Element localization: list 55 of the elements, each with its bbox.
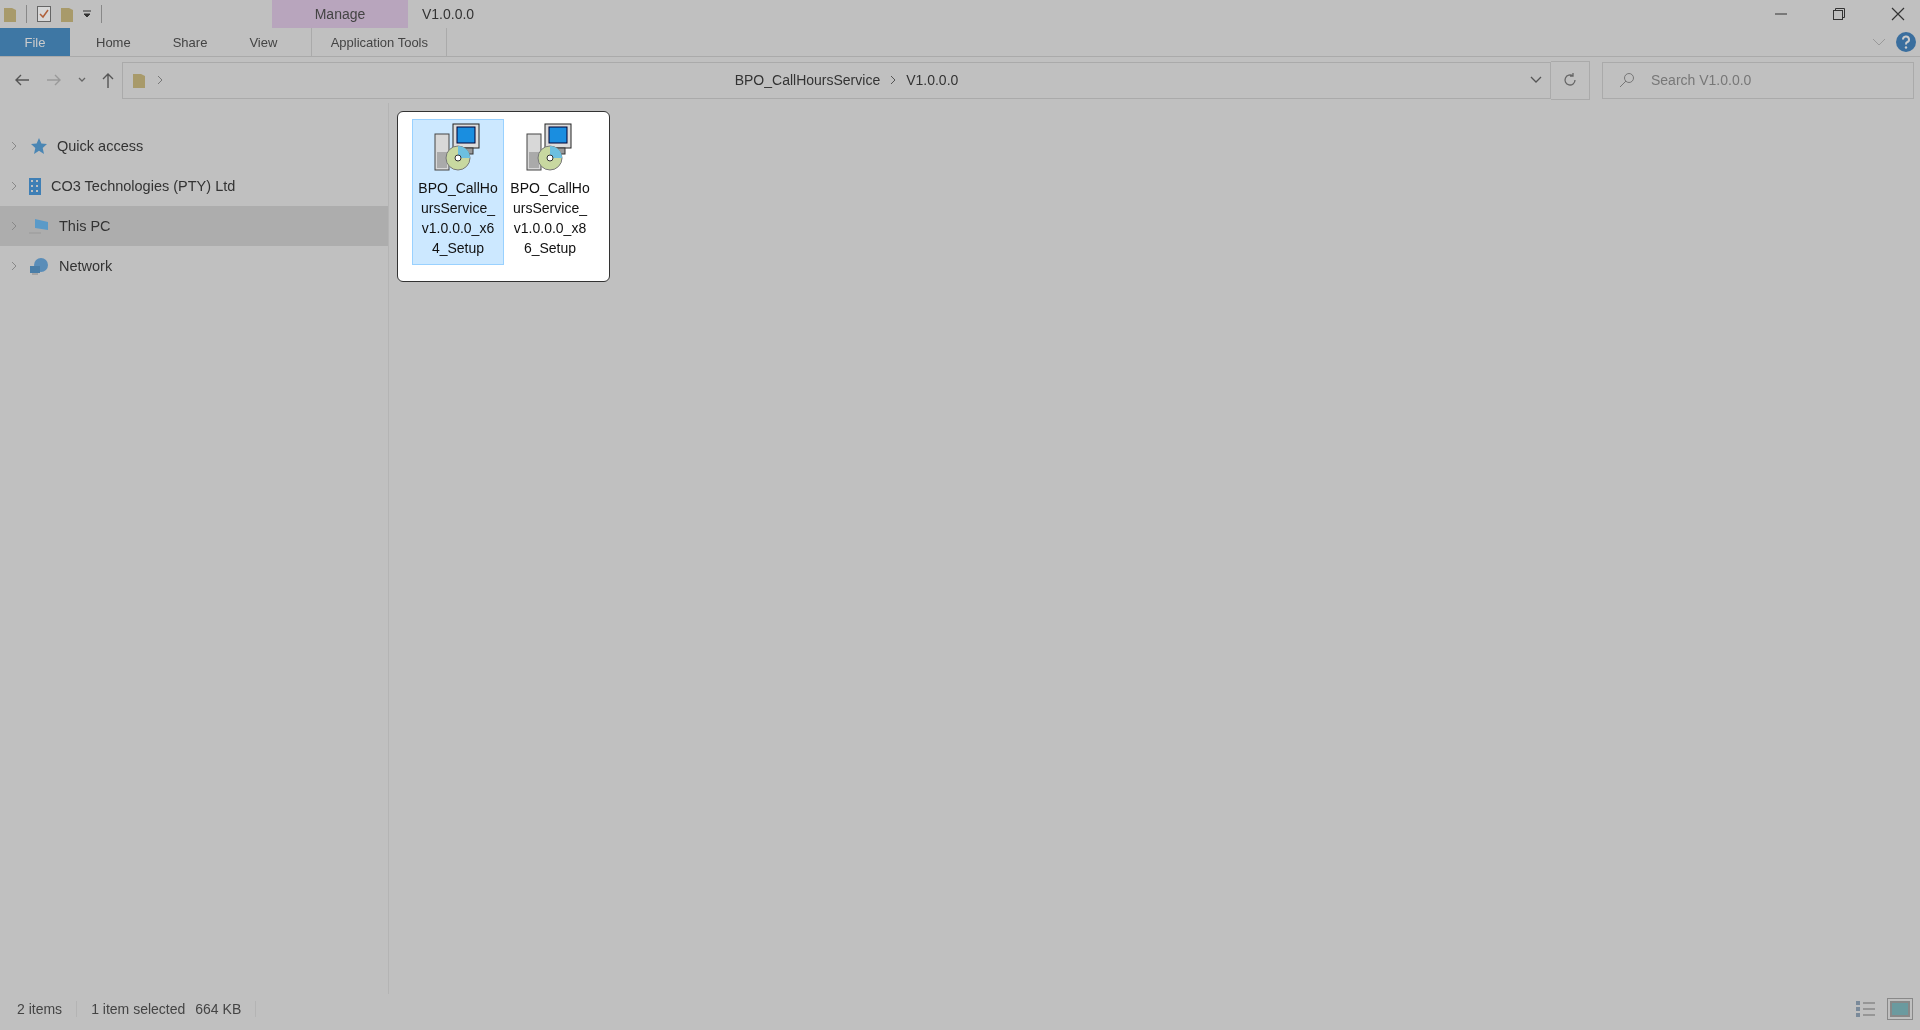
ribbon-tab[interactable]: Home	[80, 28, 147, 56]
breadcrumb[interactable]: BPO_CallHoursService	[734, 72, 881, 88]
sidebar-item[interactable]: This PC	[0, 206, 388, 246]
properties-icon[interactable]	[37, 6, 51, 22]
expand-chevron-icon[interactable]	[11, 141, 17, 151]
item-count: 2 items	[17, 1001, 63, 1017]
expand-chevron-icon[interactable]	[11, 181, 17, 191]
file-item[interactable]: BPO_CallHoursService_v1.0.0.0_x64_Setup	[412, 119, 504, 265]
sidebar-item[interactable]: Quick access	[0, 126, 388, 166]
search-icon	[1619, 72, 1635, 88]
dropdown-icon[interactable]	[83, 10, 91, 18]
chevron-down-icon[interactable]	[1530, 76, 1542, 84]
sidebar-label: This PC	[59, 218, 111, 234]
sidebar-label: Network	[59, 258, 113, 274]
large-icons-view-icon[interactable]	[1888, 999, 1912, 1019]
help-icon[interactable]	[1896, 32, 1916, 52]
folder-icon[interactable]	[4, 6, 16, 22]
back-arrow-icon[interactable]	[14, 74, 30, 86]
search-field[interactable]: Search V1.0.0.0	[1649, 71, 1913, 89]
contextual-tab-header: Manage	[272, 0, 408, 28]
sidebar-item[interactable]: Network	[0, 246, 388, 286]
network-icon	[29, 257, 49, 275]
building-icon	[29, 177, 41, 195]
forward-arrow-icon[interactable]	[46, 74, 62, 86]
breadcrumb[interactable]: V1.0.0.0	[906, 72, 959, 88]
selection-size: 664 KB	[195, 1001, 242, 1017]
search-box[interactable]: Search V1.0.0.0	[1602, 61, 1914, 99]
installer-icon	[433, 122, 483, 172]
folder-icon	[133, 72, 145, 88]
file-name: BPO_CallHoursService_v1.0.0.0_x64_Setup	[418, 179, 498, 258]
ribbon-tab[interactable]: Application Tools	[311, 28, 448, 56]
ribbon-tab[interactable]: Share	[156, 28, 224, 56]
sidebar-item[interactable]: CO3 Technologies (PTY) Ltd	[0, 166, 388, 206]
close-icon[interactable]	[1891, 7, 1905, 21]
star-icon	[29, 137, 47, 155]
sidebar-label: Quick access	[57, 138, 144, 154]
window-title: V1.0.0.0	[422, 6, 475, 22]
file-item[interactable]: BPO_CallHoursService_v1.0.0.0_x86_Setup	[504, 119, 596, 265]
expand-chevron-icon[interactable]	[11, 261, 17, 271]
file-name: BPO_CallHoursService_v1.0.0.0_x86_Setup	[510, 179, 590, 258]
refresh-icon[interactable]	[1562, 72, 1578, 88]
details-view-icon[interactable]	[1854, 999, 1878, 1019]
sidebar-label: CO3 Technologies (PTY) Ltd	[51, 178, 236, 194]
restore-icon[interactable]	[1833, 8, 1845, 20]
ribbon-tab[interactable]: View	[233, 28, 294, 56]
computer-icon	[29, 218, 49, 234]
chevron-right-icon[interactable]	[890, 75, 897, 85]
new-folder-icon[interactable]	[61, 6, 73, 22]
installer-icon	[525, 122, 575, 172]
address-bar[interactable]: BPO_CallHoursService V1.0.0.0	[122, 61, 1551, 99]
recent-dropdown-icon[interactable]	[78, 77, 86, 83]
chevron-right-icon[interactable]	[157, 75, 163, 85]
expand-chevron-icon[interactable]	[11, 221, 17, 231]
up-arrow-icon[interactable]	[102, 72, 114, 88]
selection-status: 1 item selected	[91, 1001, 186, 1017]
